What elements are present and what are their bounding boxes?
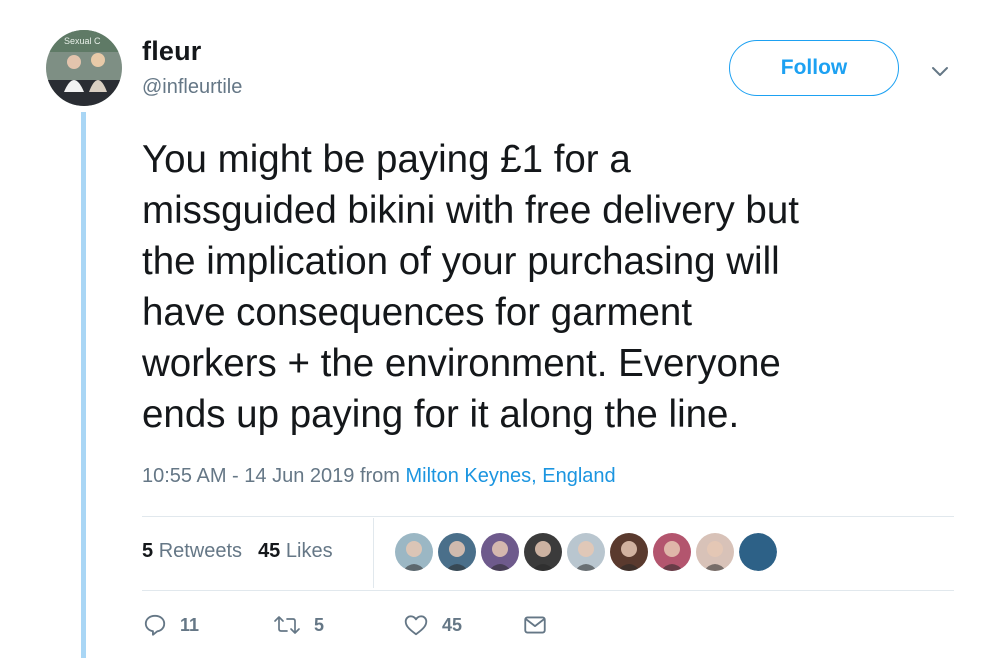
- liker-avatar-1[interactable]: [395, 533, 433, 571]
- reply-count: 11: [180, 614, 200, 635]
- retweets-label: Retweets: [158, 540, 243, 562]
- chevron-down-icon[interactable]: [928, 60, 952, 84]
- divider-top: [142, 516, 954, 517]
- retweet-count: 5: [314, 614, 325, 635]
- retweets-stat[interactable]: 5 Retweets: [142, 540, 242, 563]
- liker-avatars: [395, 533, 777, 571]
- likes-count: 45: [258, 540, 281, 562]
- from-label: from: [359, 465, 400, 487]
- retweets-count: 5: [142, 540, 154, 562]
- avatar-logo-text: Sexual C: [64, 36, 101, 46]
- tweet-stats: 5 Retweets 45 Likes: [142, 540, 333, 563]
- follow-button[interactable]: Follow: [729, 40, 899, 96]
- user-handle[interactable]: @infleurtile: [142, 76, 242, 99]
- liker-avatar-5[interactable]: [567, 533, 605, 571]
- display-name[interactable]: fleur: [142, 36, 202, 67]
- liker-avatar-2[interactable]: [438, 533, 476, 571]
- stats-separator: [373, 518, 374, 588]
- liker-avatar-8[interactable]: [696, 533, 734, 571]
- reply-button[interactable]: 11: [142, 612, 272, 638]
- retweet-icon: [272, 612, 302, 638]
- tweet-location[interactable]: Milton Keynes, England: [406, 465, 616, 487]
- tweet-timestamp[interactable]: 10:55 AM - 14 Jun 2019: [142, 465, 354, 487]
- liker-avatar-6[interactable]: [610, 533, 648, 571]
- divider-bottom: [142, 590, 954, 591]
- likes-stat[interactable]: 45 Likes: [258, 540, 333, 563]
- tweet-text: You might be paying £1 for a missguided …: [142, 138, 799, 436]
- mail-icon: [522, 612, 548, 638]
- like-button[interactable]: 45: [402, 612, 522, 638]
- retweet-button[interactable]: 5: [272, 612, 402, 638]
- liker-avatar-4[interactable]: [524, 533, 562, 571]
- avatar[interactable]: Sexual C: [46, 30, 122, 106]
- likes-label: Likes: [285, 540, 333, 562]
- liker-avatar-7[interactable]: [653, 533, 691, 571]
- thread-line: [81, 112, 86, 658]
- liker-avatar-9[interactable]: [739, 533, 777, 571]
- tweet-card: Sexual C fleur @infleurtile Follow You m…: [0, 0, 1000, 658]
- heart-icon: [402, 612, 430, 638]
- tweet-actions: 11 5 45: [142, 612, 548, 638]
- liker-avatar-3[interactable]: [481, 533, 519, 571]
- direct-message-button[interactable]: [522, 612, 548, 638]
- tweet-meta: 10:55 AM - 14 Jun 2019 from Milton Keyne…: [142, 465, 616, 488]
- like-count: 45: [442, 614, 463, 635]
- reply-icon: [142, 612, 168, 638]
